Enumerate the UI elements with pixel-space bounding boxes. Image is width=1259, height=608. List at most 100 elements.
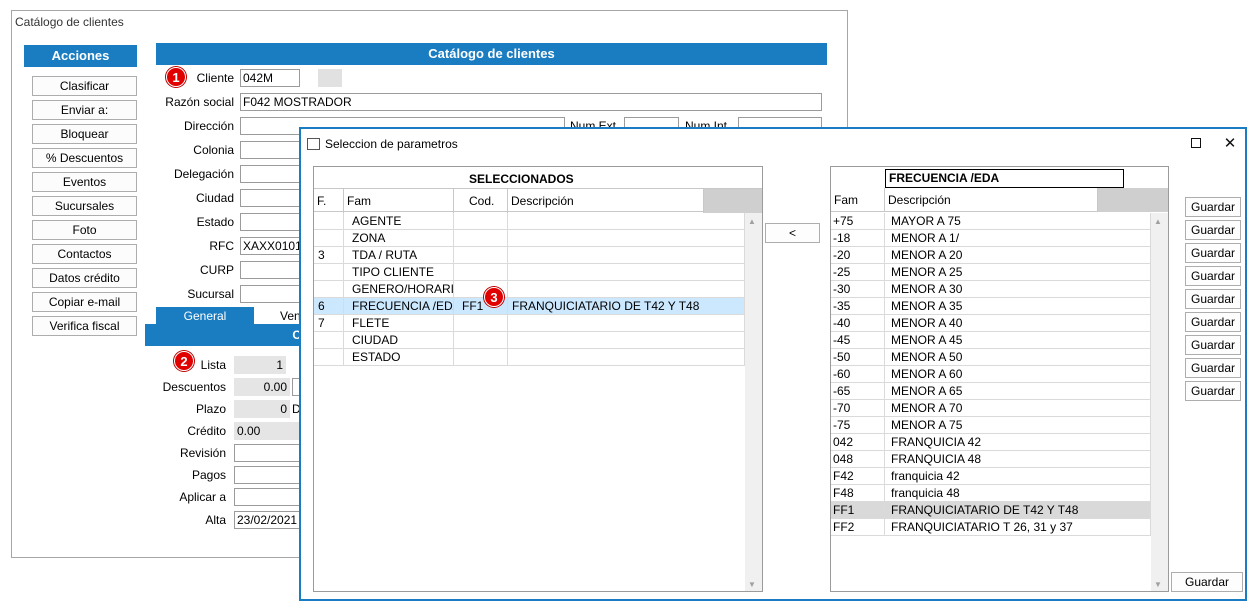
tab-ventas[interactable]: Ven — [280, 307, 301, 325]
list-item[interactable]: -50 MENOR A 50 — [831, 349, 1151, 366]
table-row[interactable]: CIUDAD — [314, 332, 745, 349]
cell-cod — [454, 230, 508, 247]
lista-input[interactable]: 1 — [234, 356, 286, 374]
cell-fam: FLETE — [344, 315, 454, 332]
list-item[interactable]: -45 MENOR A 45 — [831, 332, 1151, 349]
guardar-button[interactable]: Guardar — [1185, 243, 1241, 263]
aplicar-input[interactable] — [234, 488, 300, 506]
list-item[interactable]: F42 franquicia 42 — [831, 468, 1151, 485]
list-item[interactable]: +75 MAYOR A 75 — [831, 213, 1151, 230]
guardar-button[interactable]: Guardar — [1185, 335, 1241, 355]
plazo-input[interactable]: 0 — [234, 400, 290, 418]
cell-fam: FF2 — [831, 519, 885, 536]
table-row[interactable]: 3 TDA / RUTA — [314, 247, 745, 264]
alta-input[interactable]: 23/02/2021 — [234, 511, 300, 529]
razon-social-input[interactable]: F042 MOSTRADOR — [240, 93, 822, 111]
guardar-button[interactable]: Guardar — [1185, 358, 1241, 378]
list-item[interactable]: -65 MENOR A 65 — [831, 383, 1151, 400]
list-item[interactable]: -75 MENOR A 75 — [831, 417, 1151, 434]
list-item[interactable]: FF2 FRANQUICIATARIO T 26, 31 y 37 — [831, 519, 1151, 536]
col-fam-header[interactable]: Fam — [344, 189, 454, 213]
scroll-up-icon[interactable]: ▲ — [1154, 217, 1162, 226]
table-row[interactable]: GENERO/HORARIO — [314, 281, 745, 298]
list-item[interactable]: -35 MENOR A 35 — [831, 298, 1151, 315]
guardar-button[interactable]: Guardar — [1185, 197, 1241, 217]
revision-input[interactable] — [234, 444, 300, 462]
cell-fam: TIPO CLIENTE — [344, 264, 454, 281]
delegacion-label: Delegación — [173, 167, 234, 181]
cell-fam: -18 — [831, 230, 885, 247]
accion-button[interactable]: Verifica fiscal — [32, 316, 137, 336]
list-item[interactable]: -40 MENOR A 40 — [831, 315, 1151, 332]
maximize-icon[interactable] — [1181, 133, 1211, 155]
list-item[interactable]: -70 MENOR A 70 — [831, 400, 1151, 417]
guardar-button[interactable]: Guardar — [1185, 312, 1241, 332]
accion-button[interactable]: Eventos — [32, 172, 137, 192]
accion-button[interactable]: % Descuentos — [32, 148, 137, 168]
col-descripcion-header[interactable]: Descripción — [885, 188, 1098, 212]
scroll-up-icon[interactable]: ▲ — [748, 217, 756, 226]
window-title: Catálogo de clientes — [15, 15, 124, 29]
scroll-down-icon[interactable]: ▼ — [748, 580, 756, 589]
cell-desc: FRANQUICIATARIO T 26, 31 y 37 — [885, 519, 1151, 536]
list-item[interactable]: -20 MENOR A 20 — [831, 247, 1151, 264]
list-item[interactable]: 042 FRANQUICIA 42 — [831, 434, 1151, 451]
accion-button[interactable]: Datos crédito — [32, 268, 137, 288]
table-row[interactable]: TIPO CLIENTE — [314, 264, 745, 281]
guardar-button[interactable]: Guardar — [1185, 220, 1241, 240]
accion-button[interactable]: Bloquear — [32, 124, 137, 144]
col-descripcion-header[interactable]: Descripción — [508, 189, 704, 213]
table-row[interactable]: AGENTE — [314, 213, 745, 230]
frecuencia-scrollbar[interactable]: ▲ ▼ — [1151, 213, 1168, 591]
accion-button[interactable]: Copiar e-mail — [32, 292, 137, 312]
accion-button[interactable]: Foto — [32, 220, 137, 240]
seleccionados-scrollbar[interactable]: ▲ ▼ — [745, 213, 762, 591]
descuentos-input[interactable]: 0.00 — [234, 378, 290, 396]
cell-cod — [454, 264, 508, 281]
list-item[interactable]: 048 FRANQUICIA 48 — [831, 451, 1151, 468]
cliente-input[interactable]: 042M — [240, 69, 300, 87]
col-cod-header[interactable]: Cod. — [454, 189, 508, 213]
guardar-button[interactable]: Guardar — [1185, 266, 1241, 286]
seleccionados-header-row: F. Fam Cod. Descripción — [314, 188, 762, 213]
guardar-button[interactable]: Guardar — [1185, 381, 1241, 401]
cell-desc: MENOR A 65 — [885, 383, 1151, 400]
frecuencia-title: FRECUENCIA /EDA — [885, 169, 1124, 188]
table-row[interactable]: 6 FRECUENCIA /EDA FF1 FRANQUICIATARIO DE T4… — [314, 298, 745, 315]
list-item[interactable]: FF1 FRANQUICIATARIO DE T42 Y T48 — [831, 502, 1151, 519]
accion-button[interactable]: Enviar a: — [32, 100, 137, 120]
col-f-header[interactable]: F. — [314, 189, 344, 213]
list-item[interactable]: -60 MENOR A 60 — [831, 366, 1151, 383]
col-fam-header[interactable]: Fam — [831, 188, 885, 212]
accion-button[interactable]: Sucursales — [32, 196, 137, 216]
scroll-down-icon[interactable]: ▼ — [1154, 580, 1162, 589]
close-icon[interactable]: ✕ — [1215, 133, 1245, 155]
guardar-main-button[interactable]: Guardar — [1171, 572, 1243, 592]
move-left-button[interactable]: < — [765, 223, 820, 243]
table-row[interactable]: 7 FLETE — [314, 315, 745, 332]
list-item[interactable]: -25 MENOR A 25 — [831, 264, 1151, 281]
list-item[interactable]: -18 MENOR A 1/ — [831, 230, 1151, 247]
cell-fam: 042 — [831, 434, 885, 451]
list-item[interactable]: F48 franquicia 48 — [831, 485, 1151, 502]
table-row[interactable]: ZONA — [314, 230, 745, 247]
cell-desc — [508, 332, 745, 349]
cell-fam: FF1 — [831, 502, 885, 519]
pagos-input[interactable] — [234, 466, 300, 484]
credito-input[interactable]: 0.00 — [234, 422, 300, 440]
table-row[interactable]: ESTADO — [314, 349, 745, 366]
cell-fam: -75 — [831, 417, 885, 434]
cell-fam: ESTADO — [344, 349, 454, 366]
accion-button[interactable]: Clasificar — [32, 76, 137, 96]
accion-button[interactable]: Contactos — [32, 244, 137, 264]
cell-fam: CIUDAD — [344, 332, 454, 349]
guardar-button[interactable]: Guardar — [1185, 289, 1241, 309]
cell-fam: FRECUENCIA /EDA — [344, 298, 454, 315]
cell-desc — [508, 247, 745, 264]
cell-fam: TDA / RUTA — [344, 247, 454, 264]
list-item[interactable]: -30 MENOR A 30 — [831, 281, 1151, 298]
pagos-label: Pagos — [191, 468, 226, 482]
cliente-lookup-button[interactable] — [318, 69, 342, 87]
cell-f: 7 — [314, 315, 344, 332]
tab-general[interactable]: General — [156, 307, 254, 325]
